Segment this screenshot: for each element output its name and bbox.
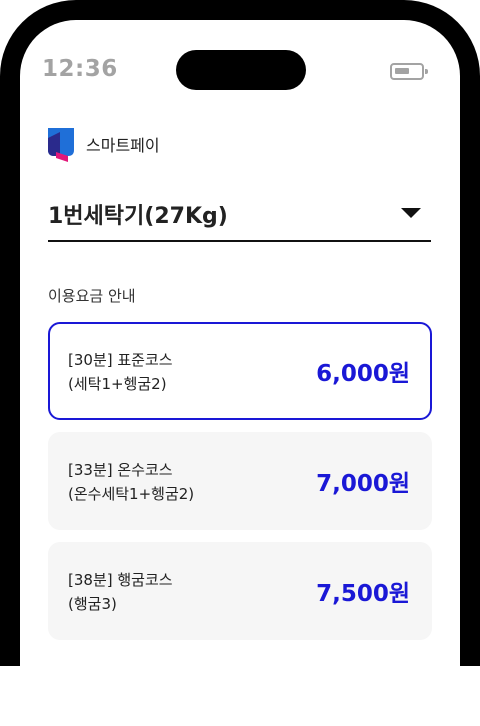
machine-select-label: 1번세탁기(27Kg): [48, 204, 228, 229]
course-card-standard[interactable]: [30분] 표준코스 (세탁1+헹굼2) 6,000원: [48, 322, 432, 420]
status-time: 12:36: [42, 56, 118, 82]
smartpay-logo-icon: [46, 126, 76, 162]
phone-frame: 12:36 스마트페이 1번세탁기(27Kg) 이용요금 안내 [30분] 표준…: [0, 0, 480, 666]
course-price: 7,500원: [316, 581, 410, 607]
course-detail: (세탁1+헹굼2): [68, 375, 167, 393]
course-price: 6,000원: [316, 361, 410, 387]
course-card-rinse[interactable]: [38분] 행굼코스 (행굼3) 7,500원: [48, 542, 432, 640]
course-detail: (행굼3): [68, 595, 117, 613]
dynamic-island: [176, 50, 306, 90]
course-name: [38분] 행굼코스: [68, 571, 173, 589]
machine-select[interactable]: 1번세탁기(27Kg): [48, 196, 431, 242]
course-detail: (온수세탁1+헹굼2): [68, 485, 195, 503]
brand-name: 스마트페이: [86, 136, 160, 155]
course-card-hot-water[interactable]: [33분] 온수코스 (온수세탁1+헹굼2) 7,000원: [48, 432, 432, 530]
course-name: [30분] 표준코스: [68, 351, 173, 369]
course-name: [33분] 온수코스: [68, 461, 173, 479]
dropdown-arrow-icon[interactable]: [401, 208, 421, 218]
section-title: 이용요금 안내: [48, 287, 136, 305]
battery-icon: [390, 63, 428, 80]
screen: 12:36 스마트페이 1번세탁기(27Kg) 이용요금 안내 [30분] 표준…: [20, 20, 460, 666]
course-price: 7,000원: [316, 471, 410, 497]
brand: 스마트페이: [46, 126, 160, 162]
